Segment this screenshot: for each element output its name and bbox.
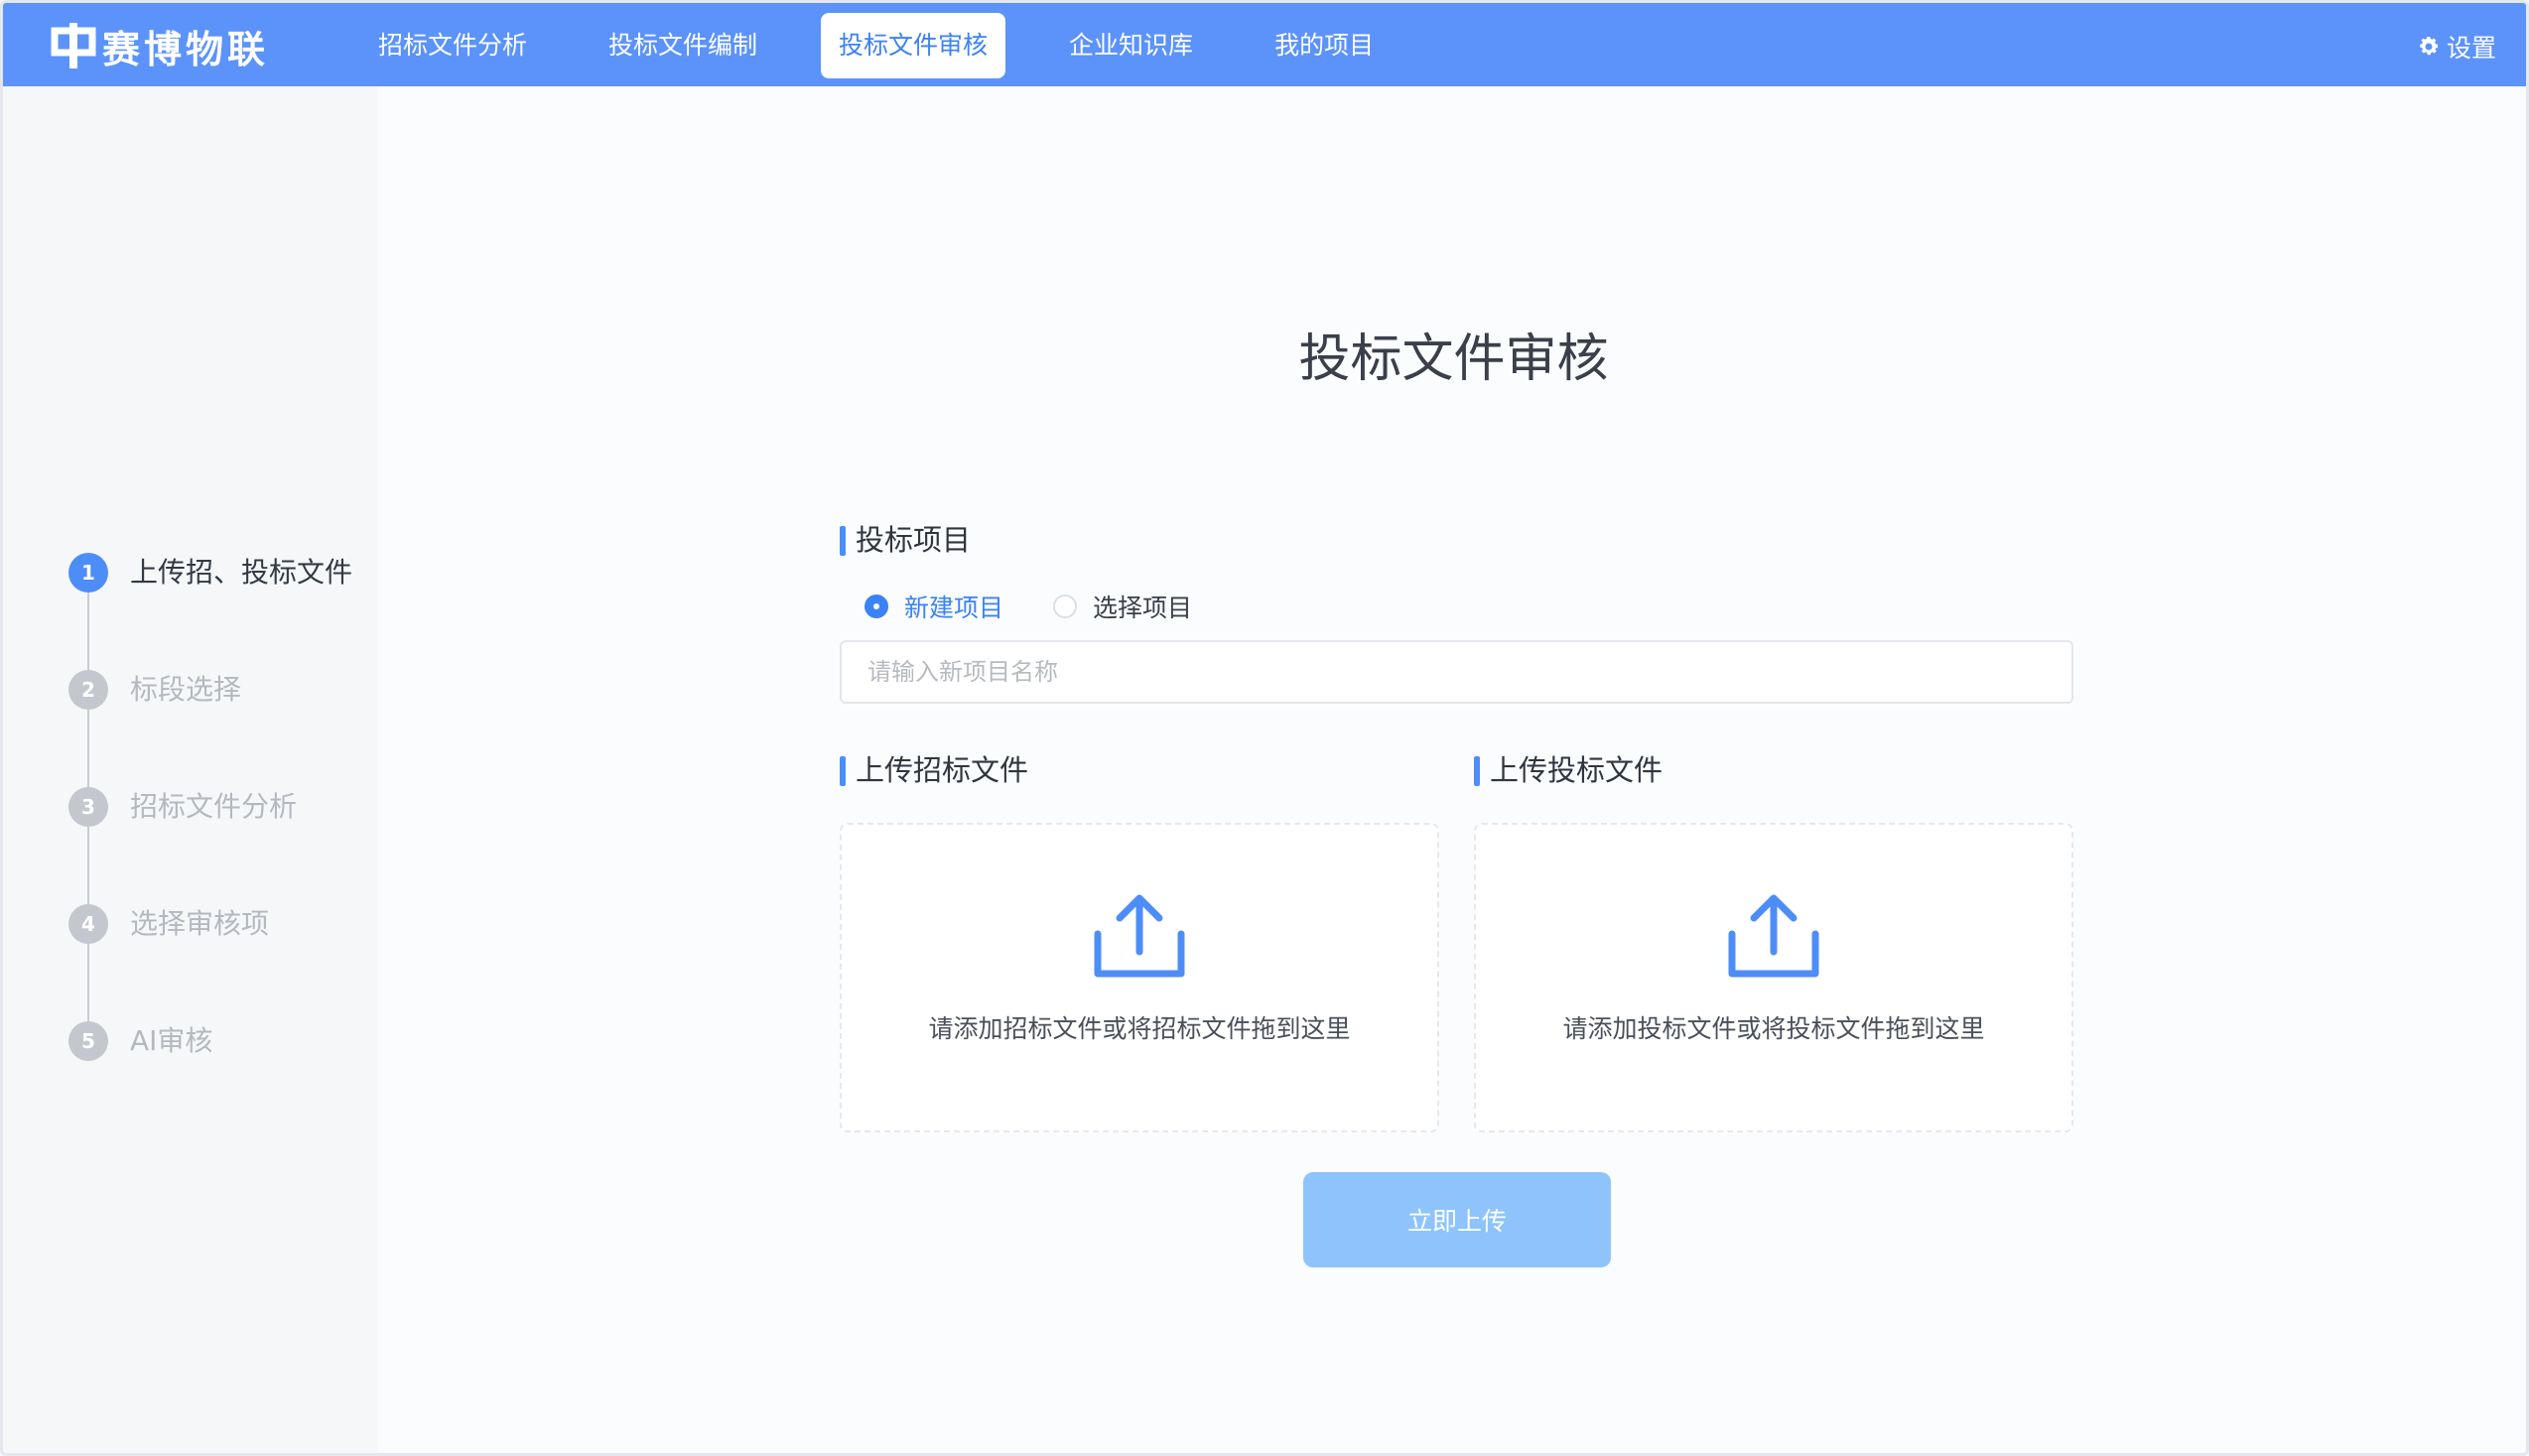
settings-label: 设置	[2446, 34, 2496, 63]
bid-dropzone-text: 请添加投标文件或将投标文件拖到这里	[1562, 1014, 1985, 1043]
main-content: 投标文件审核 投标项目 新建项目 选择项目 上传招标文件 上传投标文件 请添加招…	[378, 86, 2526, 1453]
radio-new-project[interactable]: 新建项目	[865, 589, 1003, 624]
step-number: 1	[68, 553, 108, 593]
upload-icon	[1728, 894, 1819, 978]
settings-button[interactable]: 设置	[2417, 29, 2496, 65]
step-list: 1 上传招、投标文件 2 标段选择 3 招标文件分析 4 选择审核项 5 AI审…	[68, 553, 352, 1138]
project-name-input[interactable]	[840, 640, 2073, 704]
step-label: 标段选择	[130, 673, 242, 706]
radio-checked-icon	[865, 595, 888, 618]
step-number: 5	[68, 1021, 108, 1061]
step-label: AI审核	[130, 1024, 213, 1057]
step-label: 上传招、投标文件	[130, 556, 353, 589]
brand-logo[interactable]: 赛博物联	[51, 21, 270, 71]
step-item-ai-review[interactable]: 5 AI审核	[68, 1021, 352, 1138]
step-number: 3	[68, 787, 108, 827]
nav-tender-analysis[interactable]: 招标文件分析	[360, 13, 545, 78]
radio-unchecked-icon	[1053, 595, 1078, 618]
step-label: 招标文件分析	[130, 790, 298, 823]
tender-upload-title: 上传招标文件	[840, 753, 1028, 787]
step-connector	[87, 944, 89, 1021]
nav-my-projects[interactable]: 我的项目	[1257, 13, 1392, 78]
app-window: 赛博物联 招标文件分析 投标文件编制 投标文件审核 企业知识库 我的项目 设置 …	[0, 0, 2529, 1456]
upload-icon	[1094, 894, 1185, 978]
top-navbar: 赛博物联 招标文件分析 投标文件编制 投标文件审核 企业知识库 我的项目 设置	[3, 3, 2526, 86]
project-section-title: 投标项目	[840, 523, 971, 557]
tender-file-dropzone[interactable]: 请添加招标文件或将招标文件拖到这里	[840, 823, 1439, 1132]
step-number: 2	[68, 670, 108, 710]
gear-icon	[2420, 37, 2439, 56]
step-item-upload[interactable]: 1 上传招、投标文件	[68, 553, 352, 670]
sidebar: 1 上传招、投标文件 2 标段选择 3 招标文件分析 4 选择审核项 5 AI审…	[3, 86, 378, 1453]
page-title: 投标文件审核	[1298, 330, 1609, 389]
step-connector	[87, 593, 89, 670]
nav-bid-compilation[interactable]: 投标文件编制	[591, 13, 775, 78]
upload-now-button[interactable]: 立即上传	[1303, 1172, 1611, 1267]
step-connector	[87, 827, 89, 904]
step-connector	[87, 710, 89, 787]
project-radio-group: 新建项目 选择项目	[865, 589, 1242, 624]
bid-file-dropzone[interactable]: 请添加投标文件或将投标文件拖到这里	[1474, 823, 2073, 1132]
brand-name: 赛博物联	[102, 27, 270, 71]
step-label: 选择审核项	[130, 907, 270, 940]
radio-label: 选择项目	[1093, 594, 1193, 622]
step-number: 4	[68, 904, 108, 944]
nav-bid-review[interactable]: 投标文件审核	[821, 13, 1006, 78]
radio-label: 新建项目	[904, 594, 1004, 622]
step-item-tender-analysis[interactable]: 3 招标文件分析	[68, 787, 352, 904]
step-item-select-review[interactable]: 4 选择审核项	[68, 904, 352, 1021]
tender-dropzone-text: 请添加招标文件或将招标文件拖到这里	[928, 1014, 1351, 1043]
logo-icon	[51, 23, 96, 68]
main-nav: 招标文件分析 投标文件编制 投标文件审核 企业知识库 我的项目	[360, 13, 1437, 78]
nav-knowledge-base[interactable]: 企业知识库	[1051, 13, 1211, 78]
radio-select-project[interactable]: 选择项目	[1053, 589, 1192, 624]
step-item-section-select[interactable]: 2 标段选择	[68, 670, 352, 787]
bid-upload-title: 上传投标文件	[1474, 753, 1663, 787]
